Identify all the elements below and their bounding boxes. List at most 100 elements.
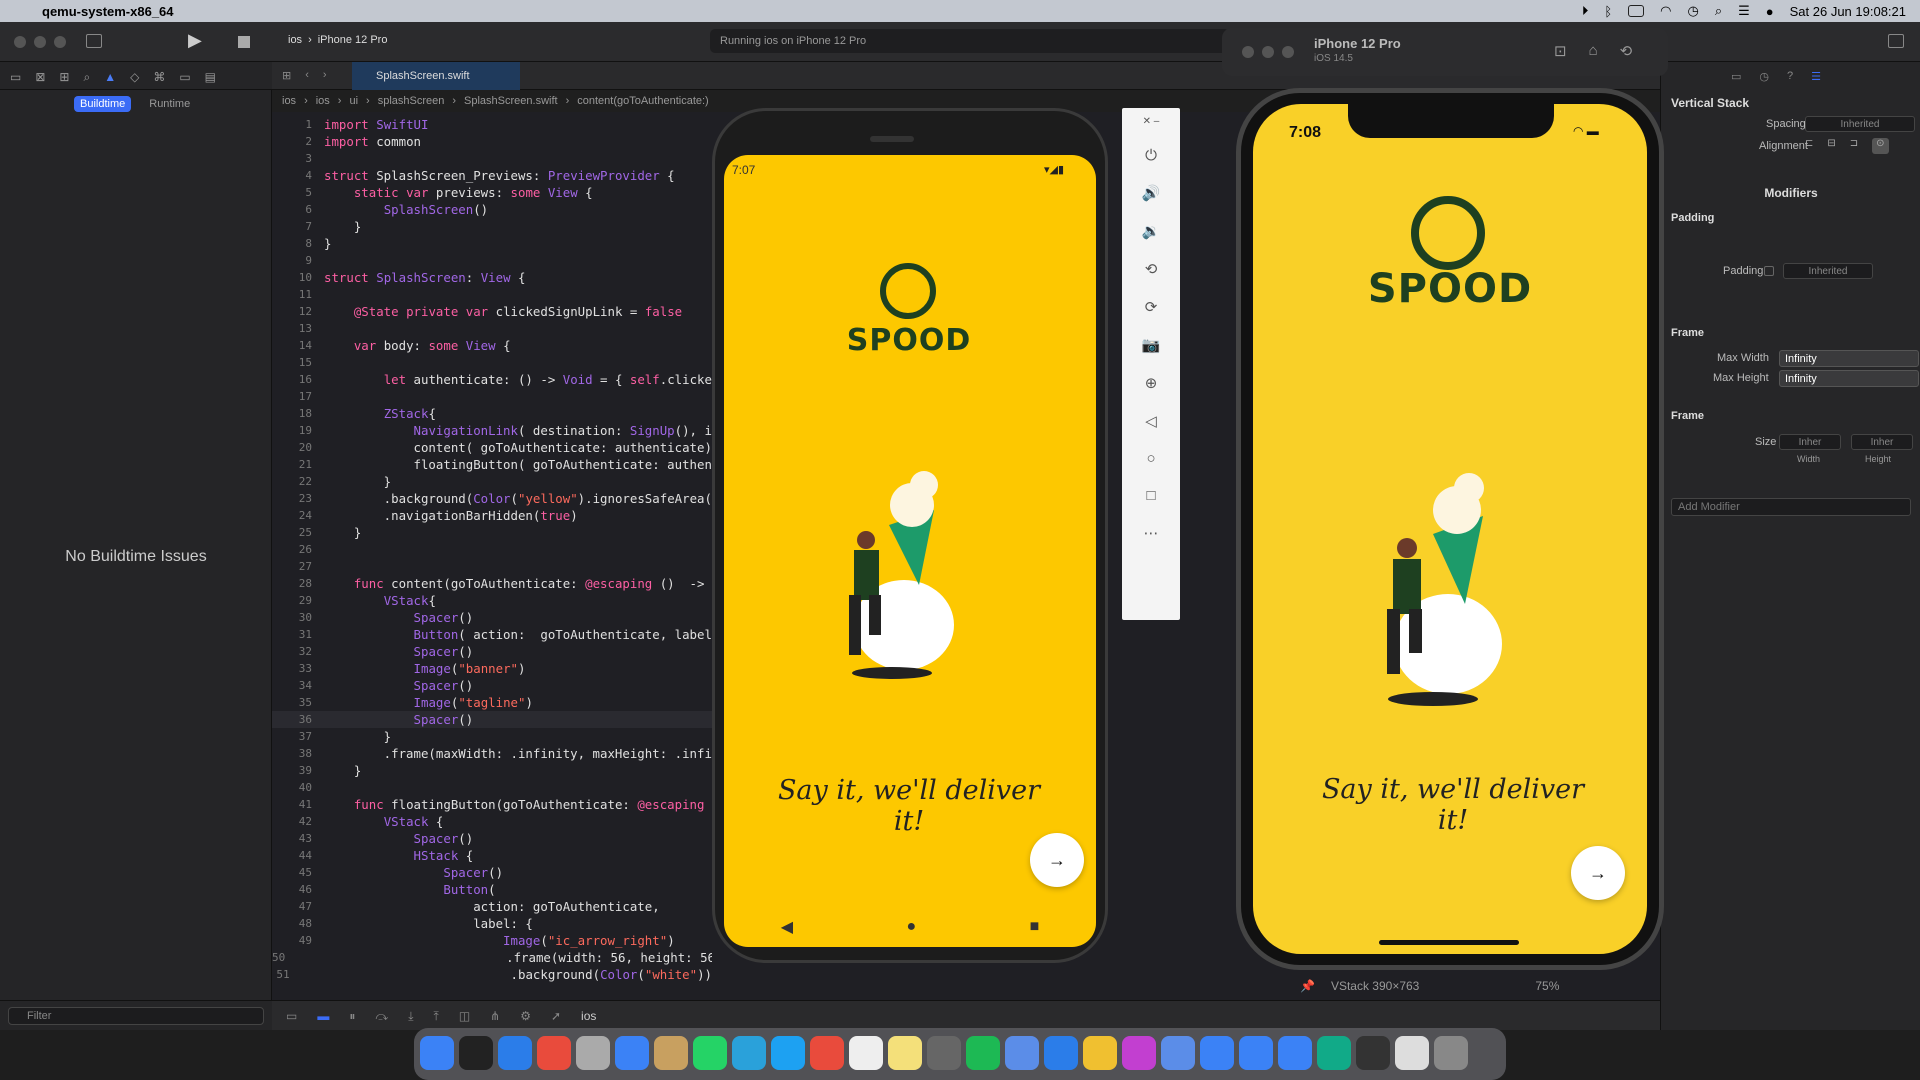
instruments-icon[interactable] [1278, 1036, 1312, 1070]
align-default-icon[interactable]: ⊙ [1872, 138, 1889, 154]
code-line[interactable]: 38 .frame(maxWidth: .infinity, maxHeight… [272, 745, 712, 762]
code-line[interactable]: 23 .background(Color("yellow").ignoresSa… [272, 490, 712, 507]
code-text[interactable]: SplashScreen() [312, 201, 488, 218]
code-line[interactable]: 20 content( goToAuthenticate: authentica… [272, 439, 712, 456]
code-line[interactable]: 34 Spacer() [272, 677, 712, 694]
app-store-icon[interactable] [498, 1036, 532, 1070]
code-text[interactable]: } [312, 762, 361, 779]
code-text[interactable] [312, 388, 324, 405]
jump-bar-item[interactable]: splashScreen [378, 95, 445, 107]
memory-icon[interactable]: ⋔ [490, 1009, 500, 1024]
siri-icon[interactable]: ● [1766, 4, 1774, 19]
line-number[interactable]: 36 [272, 711, 312, 728]
help-icon[interactable]: ? [1787, 70, 1793, 83]
report-icon[interactable]: ▤ [205, 70, 216, 85]
code-text[interactable]: Button( action: goToAuthenticate, label [312, 626, 712, 643]
code-line[interactable]: 43 Spacer() [272, 830, 712, 847]
padding-checkbox[interactable] [1764, 266, 1774, 276]
code-text[interactable]: func floatingButton(goToAuthenticate: @e… [312, 796, 705, 813]
code-line[interactable]: 27 [272, 558, 712, 575]
code-line[interactable]: 21 floatingButton( goToAuthenticate: aut… [272, 456, 712, 473]
control-center-icon[interactable]: ☰ [1738, 3, 1750, 19]
wifi-icon[interactable]: ◠ [1660, 3, 1671, 19]
code-line[interactable]: 12 @State private var clickedSignUpLink … [272, 303, 712, 320]
code-text[interactable]: Spacer() [312, 711, 474, 728]
code-line[interactable]: 28 func content(goToAuthenticate: @escap… [272, 575, 712, 592]
code-line[interactable]: 19 NavigationLink( destination: SignUp()… [272, 422, 712, 439]
line-number[interactable]: 47 [272, 898, 312, 915]
code-text[interactable]: struct SplashScreen: View { [312, 269, 525, 286]
code-text[interactable]: import common [312, 133, 421, 150]
jump-bar-item[interactable]: ios [316, 95, 330, 107]
battery-icon[interactable] [1628, 5, 1645, 17]
code-line[interactable]: 40 [272, 779, 712, 796]
line-number[interactable]: 30 [272, 609, 312, 626]
scheme-selector[interactable]: ios › iPhone 12 Pro [288, 34, 387, 46]
padding-field[interactable]: Inherited [1783, 263, 1873, 279]
spood-icon[interactable] [1395, 1036, 1429, 1070]
code-line[interactable]: 4 struct SplashScreen_Previews: PreviewPr… [272, 167, 712, 184]
code-line[interactable]: 22 } [272, 473, 712, 490]
line-number[interactable]: 8 [272, 235, 312, 252]
line-number[interactable]: 29 [272, 592, 312, 609]
canvas-zoom[interactable]: 75% [1535, 979, 1559, 993]
line-number[interactable]: 10 [272, 269, 312, 286]
code-text[interactable]: .background(Color("yellow").ignoresSafeA… [312, 490, 712, 507]
code-line[interactable]: 44 HStack { [272, 847, 712, 864]
bluetooth-icon[interactable]: ᛒ [1604, 4, 1612, 19]
debug-icon[interactable]: ⌘ [153, 70, 165, 85]
code-line[interactable]: 37 } [272, 728, 712, 745]
console-toggle-icon[interactable]: ▭ [286, 1009, 297, 1024]
tab-splashscreen[interactable]: SplashScreen.swift [352, 62, 520, 90]
code-line[interactable]: 35 Image("tagline") [272, 694, 712, 711]
line-number[interactable]: 44 [272, 847, 312, 864]
code-text[interactable]: NavigationLink( destination: SignUp(), i [312, 422, 712, 439]
code-text[interactable]: Button( [312, 881, 495, 898]
line-number[interactable]: 32 [272, 643, 312, 660]
miro-icon[interactable] [1083, 1036, 1117, 1070]
code-text[interactable]: var body: some View { [312, 337, 511, 354]
android-arrow-right-button[interactable]: → [1030, 833, 1084, 887]
inspector-toggle-icon[interactable] [1888, 34, 1904, 48]
view-debugger-icon[interactable]: ◫ [459, 1009, 470, 1024]
zoom-window-icon[interactable] [54, 36, 66, 48]
line-number[interactable]: 24 [272, 507, 312, 524]
code-line[interactable]: 29 VStack{ [272, 592, 712, 609]
code-line[interactable]: 8} [272, 235, 712, 252]
code-text[interactable]: .frame(maxWidth: .infinity, maxHeight: .… [312, 745, 712, 762]
code-line[interactable]: 48 label: { [272, 915, 712, 932]
code-text[interactable]: Image("banner") [312, 660, 526, 677]
android-home-icon[interactable]: ● [906, 918, 916, 936]
issue-icon[interactable]: ▲ [104, 70, 116, 85]
back-triangle-icon[interactable]: ◁ [1145, 412, 1157, 430]
line-number[interactable]: 38 [272, 745, 312, 762]
breakpoint-icon[interactable]: ▭ [179, 70, 190, 85]
play-icon[interactable]: ⏵ [1582, 3, 1589, 19]
code-line[interactable]: 42 VStack { [272, 813, 712, 830]
line-number[interactable]: 48 [272, 915, 312, 932]
code-text[interactable]: .background(Color("white")) [290, 966, 712, 983]
code-line[interactable]: 5 static var previews: some View { [272, 184, 712, 201]
code-line[interactable]: 50 .frame(width: 56, height: 56 [272, 949, 712, 966]
line-number[interactable]: 40 [272, 779, 312, 796]
code-line[interactable]: 32 Spacer() [272, 643, 712, 660]
code-text[interactable]: floatingButton( goToAuthenticate: authen [312, 456, 712, 473]
line-number[interactable]: 16 [272, 371, 312, 388]
line-number[interactable]: 43 [272, 830, 312, 847]
volume-up-icon[interactable]: 🔊 [1142, 184, 1161, 202]
calendar-icon[interactable] [810, 1036, 844, 1070]
clock-text[interactable]: Sat 26 Jun 19:08:21 [1790, 4, 1906, 19]
source-control-icon[interactable]: ⊠ [35, 70, 45, 85]
code-text[interactable] [312, 252, 324, 269]
code-line[interactable]: 24 .navigationBarHidden(true) [272, 507, 712, 524]
code-line[interactable]: 17 [272, 388, 712, 405]
code-line[interactable]: 47 action: goToAuthenticate, [272, 898, 712, 915]
add-modifier-field[interactable]: Add Modifier [1671, 498, 1911, 516]
code-line[interactable]: 7 } [272, 218, 712, 235]
sidebar-toggle-icon[interactable] [86, 34, 102, 48]
reminders-icon[interactable] [849, 1036, 883, 1070]
jump-bar-item[interactable]: ios [282, 95, 296, 107]
code-text[interactable]: Spacer() [312, 830, 474, 847]
test-icon[interactable]: ◇ [130, 70, 139, 85]
width-field[interactable]: Inher [1779, 434, 1841, 450]
